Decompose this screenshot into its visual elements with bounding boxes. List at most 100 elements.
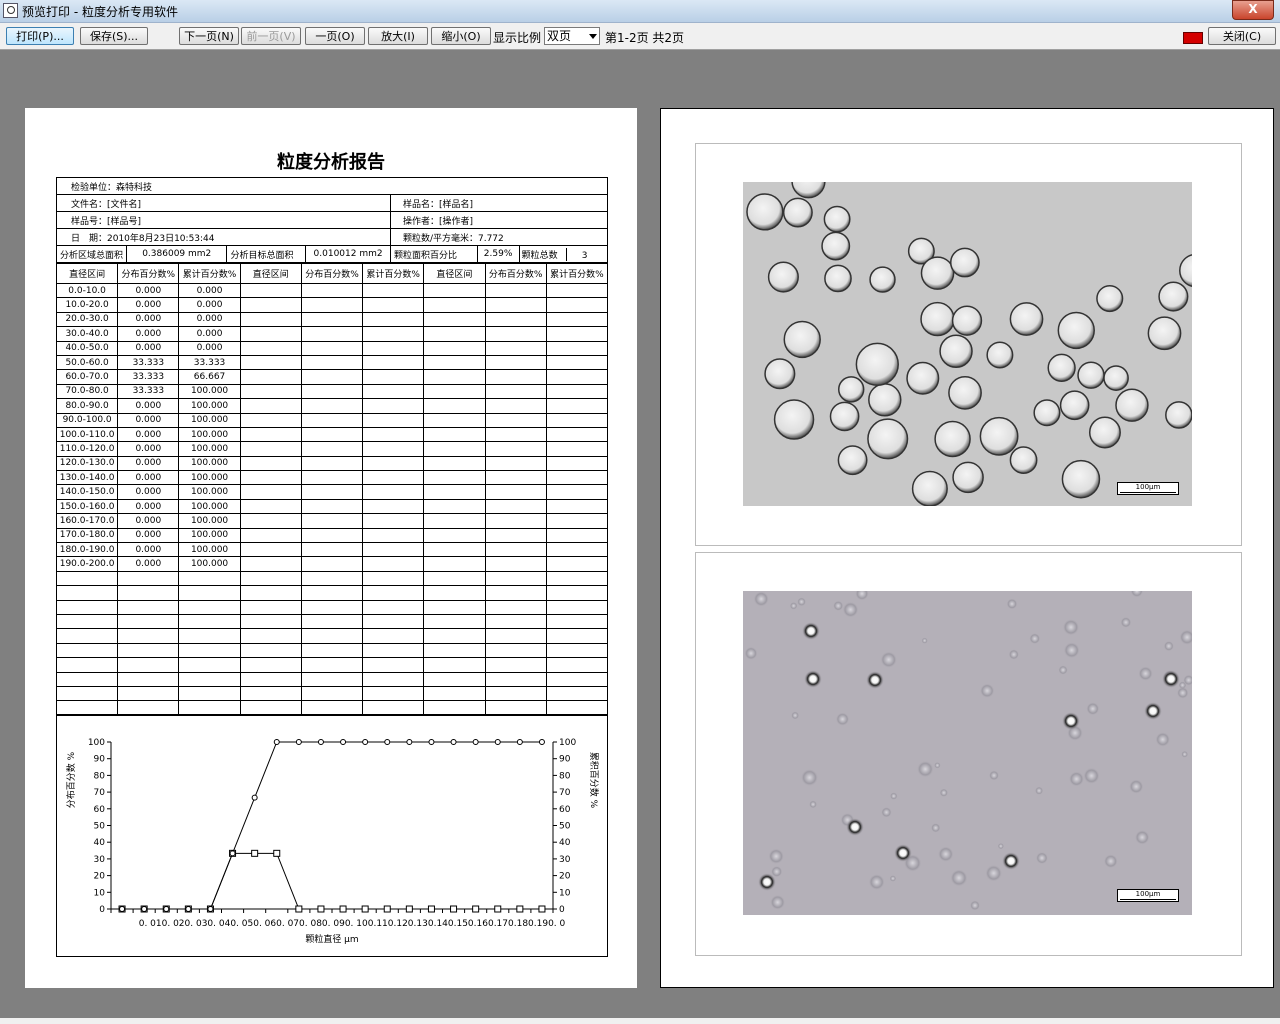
y-tick-label: 60	[559, 805, 571, 815]
x-tick-labels: 0. 010. 020. 030. 040. 050. 060. 070. 08…	[139, 919, 566, 929]
save-button[interactable]: 保存(S)...	[80, 27, 148, 45]
table-cell	[117, 657, 180, 673]
close-button[interactable]: 关闭(C)	[1208, 27, 1276, 45]
blurred-particle	[880, 651, 898, 669]
table-cell	[362, 671, 425, 687]
table-cell	[300, 599, 364, 615]
data-point	[361, 905, 369, 913]
table-row: 170.0-180.0 0.000 100.000	[55, 527, 609, 544]
table-cell: 33.333	[117, 369, 180, 385]
table-cell: 40.0-50.0	[55, 340, 119, 356]
image-frame-top: 100μm	[695, 143, 1242, 546]
y-tick-label: 10	[94, 888, 106, 898]
prev-page-button[interactable]: 前一页(V)	[241, 27, 301, 45]
print-button[interactable]: 打印(P)...	[6, 27, 74, 45]
blurred-particle	[868, 873, 885, 891]
test-date: 日 期：2010年8月23日10:53:44	[56, 228, 391, 246]
column-header: 累计百分数%	[362, 263, 425, 284]
table-cell	[362, 599, 425, 615]
table-cell	[484, 383, 547, 400]
table-cell	[423, 585, 486, 601]
particle	[1179, 254, 1192, 288]
y-tick-label: 0	[99, 905, 105, 915]
display-ratio-select[interactable]: 双页	[544, 27, 600, 45]
zoom-out-button[interactable]: 缩小(O)	[431, 27, 491, 45]
particle	[824, 264, 852, 293]
table-cell: 60.0-70.0	[55, 369, 119, 385]
data-point	[406, 739, 413, 745]
table-cell: 50.0-60.0	[55, 354, 119, 371]
data-point	[141, 906, 148, 912]
table-row: 120.0-130.0 0.000 100.000	[55, 455, 609, 472]
table-cell	[300, 455, 364, 472]
blurred-particle	[1008, 649, 1020, 660]
data-point	[516, 905, 524, 913]
table-cell: 0.000	[178, 297, 241, 313]
blurred-particle	[889, 792, 898, 800]
table-cell	[362, 613, 425, 630]
table-cell	[484, 441, 547, 457]
window-close-button[interactable]: X	[1232, 0, 1274, 20]
particle	[791, 182, 826, 199]
table-row: 110.0-120.0 0.000 100.000	[55, 441, 609, 457]
blurred-particle	[800, 768, 819, 787]
blurred-particle	[842, 601, 859, 618]
distribution-table: 直径区间 分布百分数% 累计百分数% 直径区间 分布百分数% 累计百分数% 直径区间 分布百分…	[55, 263, 609, 716]
particle	[920, 256, 955, 290]
particle	[767, 261, 799, 293]
table-cell	[362, 383, 425, 400]
data-point	[273, 739, 280, 745]
table-row: 140.0-150.0 0.000 100.000	[55, 484, 609, 500]
data-point	[472, 739, 479, 745]
table-cell: 20.0-30.0	[55, 311, 119, 328]
table-cell	[545, 542, 609, 558]
table-cell	[239, 426, 302, 443]
blurred-particle	[753, 591, 769, 607]
table-row: 190.0-200.0 0.000 100.000	[55, 556, 609, 572]
column-header: 直径区间	[239, 263, 302, 284]
table-cell	[55, 657, 119, 673]
table-cell	[362, 542, 425, 558]
zoom-in-button[interactable]: 放大(I)	[368, 27, 428, 45]
series-line-1	[122, 852, 542, 910]
table-cell	[484, 311, 547, 328]
particle	[951, 305, 983, 336]
table-cell	[423, 455, 486, 472]
table-cell	[423, 297, 486, 313]
table-cell	[545, 441, 609, 457]
table-cell: 100.000	[178, 542, 241, 558]
data-point	[427, 905, 435, 913]
table-row	[55, 570, 609, 587]
table-cell	[545, 282, 609, 299]
target-area-value: 0.010012 mm2	[305, 245, 391, 263]
table-cell	[362, 527, 425, 544]
table-cell	[300, 513, 364, 529]
table-cell	[545, 383, 609, 400]
table-cell	[484, 585, 547, 601]
table-cell: 100.000	[178, 470, 241, 486]
table-row: 50.0-60.0 33.333 33.333	[55, 354, 609, 371]
table-cell	[55, 613, 119, 630]
table-cell: 0.000	[117, 326, 180, 342]
blurred-particle	[1103, 854, 1118, 869]
table-cell	[362, 470, 425, 486]
table-cell	[362, 398, 425, 414]
data-point	[538, 905, 546, 913]
table-cell	[484, 513, 547, 529]
data-point	[538, 739, 545, 745]
blurred-particle	[791, 711, 800, 720]
particle	[869, 266, 896, 293]
blurred-particle	[1176, 687, 1189, 699]
one-page-button[interactable]: 一页(O)	[305, 27, 365, 45]
table-cell: 33.333	[117, 383, 180, 400]
table-cell: 30.0-40.0	[55, 326, 119, 342]
data-point	[340, 739, 347, 745]
file-name: 文件名：[文件名]	[56, 194, 391, 212]
table-cell	[300, 340, 364, 356]
particle	[1057, 311, 1095, 350]
table-cell	[362, 412, 425, 428]
table-cell	[300, 542, 364, 558]
next-page-button[interactable]: 下一页(N)	[179, 27, 239, 45]
table-cell: 100.000	[178, 455, 241, 472]
table-row: 20.0-30.0 0.000 0.000	[55, 311, 609, 328]
